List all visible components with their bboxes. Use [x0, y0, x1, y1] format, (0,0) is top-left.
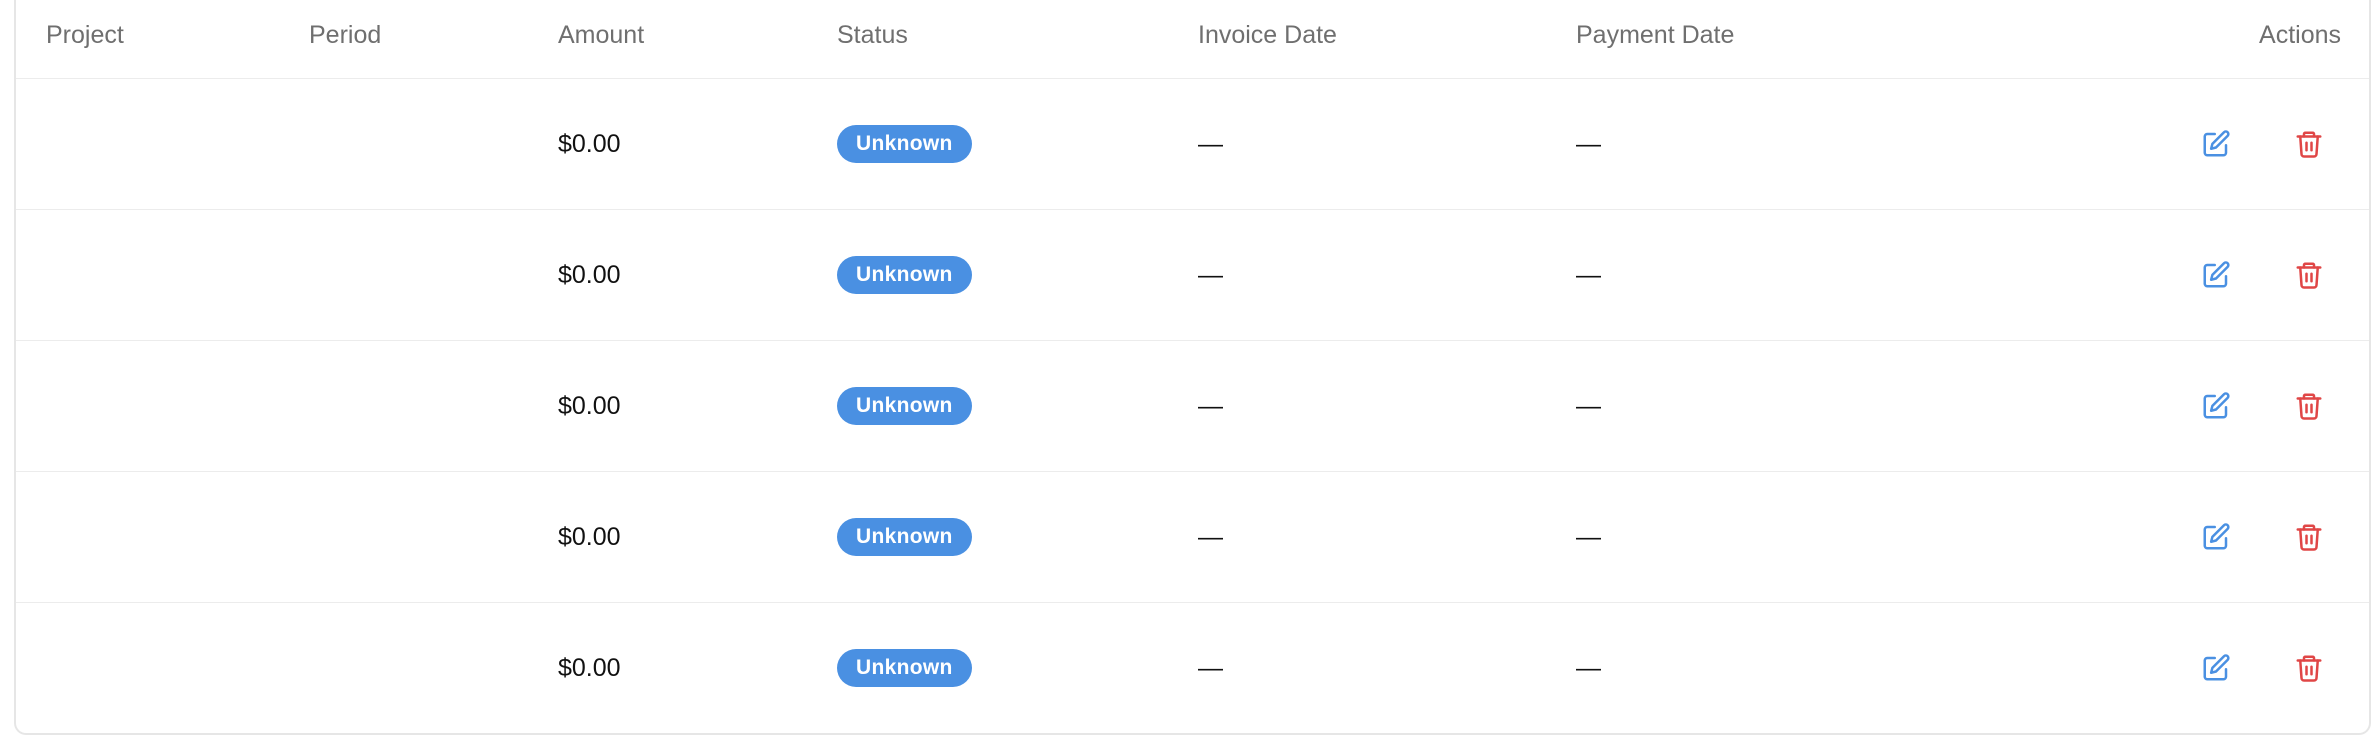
trash-icon: [2294, 260, 2324, 290]
trash-icon: [2294, 129, 2324, 159]
edit-button[interactable]: [2201, 522, 2231, 552]
delete-button[interactable]: [2294, 522, 2324, 552]
cell-amount: $0.00: [558, 392, 621, 420]
cell-invoice-date: —: [1198, 392, 1223, 420]
table-row: $0.00 Unknown — —: [16, 603, 2369, 733]
status-badge: Unknown: [837, 125, 972, 163]
edit-button[interactable]: [2201, 129, 2231, 159]
table-row: $0.00 Unknown — —: [16, 79, 2369, 210]
status-badge: Unknown: [837, 518, 972, 556]
cell-amount: $0.00: [558, 261, 621, 289]
trash-icon: [2294, 653, 2324, 683]
trash-icon: [2294, 522, 2324, 552]
edit-icon: [2201, 260, 2231, 290]
table-row: $0.00 Unknown — —: [16, 341, 2369, 472]
column-header-period[interactable]: Period: [309, 20, 381, 50]
cell-payment-date: —: [1576, 261, 1601, 289]
cell-amount: $0.00: [558, 523, 621, 551]
table-row: $0.00 Unknown — —: [16, 472, 2369, 603]
cell-payment-date: —: [1576, 392, 1601, 420]
cell-invoice-date: —: [1198, 654, 1223, 682]
status-badge: Unknown: [837, 387, 972, 425]
column-header-project[interactable]: Project: [46, 20, 124, 50]
table-row: $0.00 Unknown — —: [16, 210, 2369, 341]
delete-button[interactable]: [2294, 260, 2324, 290]
cell-amount: $0.00: [558, 130, 621, 158]
edit-icon: [2201, 522, 2231, 552]
status-badge: Unknown: [837, 649, 972, 687]
column-header-amount[interactable]: Amount: [558, 20, 644, 50]
table-header: Project Period Amount Status Invoice Dat…: [16, 0, 2369, 79]
delete-button[interactable]: [2294, 129, 2324, 159]
edit-icon: [2201, 391, 2231, 421]
delete-button[interactable]: [2294, 391, 2324, 421]
column-header-payment-date[interactable]: Payment Date: [1576, 20, 1734, 50]
edit-icon: [2201, 129, 2231, 159]
column-header-actions: Actions: [2259, 21, 2341, 49]
edit-button[interactable]: [2201, 653, 2231, 683]
edit-button[interactable]: [2201, 260, 2231, 290]
delete-button[interactable]: [2294, 653, 2324, 683]
edit-button[interactable]: [2201, 391, 2231, 421]
cell-invoice-date: —: [1198, 261, 1223, 289]
cell-payment-date: —: [1576, 130, 1601, 158]
cell-invoice-date: —: [1198, 130, 1223, 158]
cell-payment-date: —: [1576, 654, 1601, 682]
column-header-status[interactable]: Status: [837, 20, 908, 50]
invoices-table: Project Period Amount Status Invoice Dat…: [14, 0, 2371, 735]
cell-invoice-date: —: [1198, 523, 1223, 551]
cell-amount: $0.00: [558, 654, 621, 682]
status-badge: Unknown: [837, 256, 972, 294]
edit-icon: [2201, 653, 2231, 683]
cell-payment-date: —: [1576, 523, 1601, 551]
table-body: $0.00 Unknown — — $0.00 Unknown — — $0.00 Unknown…: [16, 79, 2369, 733]
column-header-invoice-date[interactable]: Invoice Date: [1198, 20, 1337, 50]
trash-icon: [2294, 391, 2324, 421]
